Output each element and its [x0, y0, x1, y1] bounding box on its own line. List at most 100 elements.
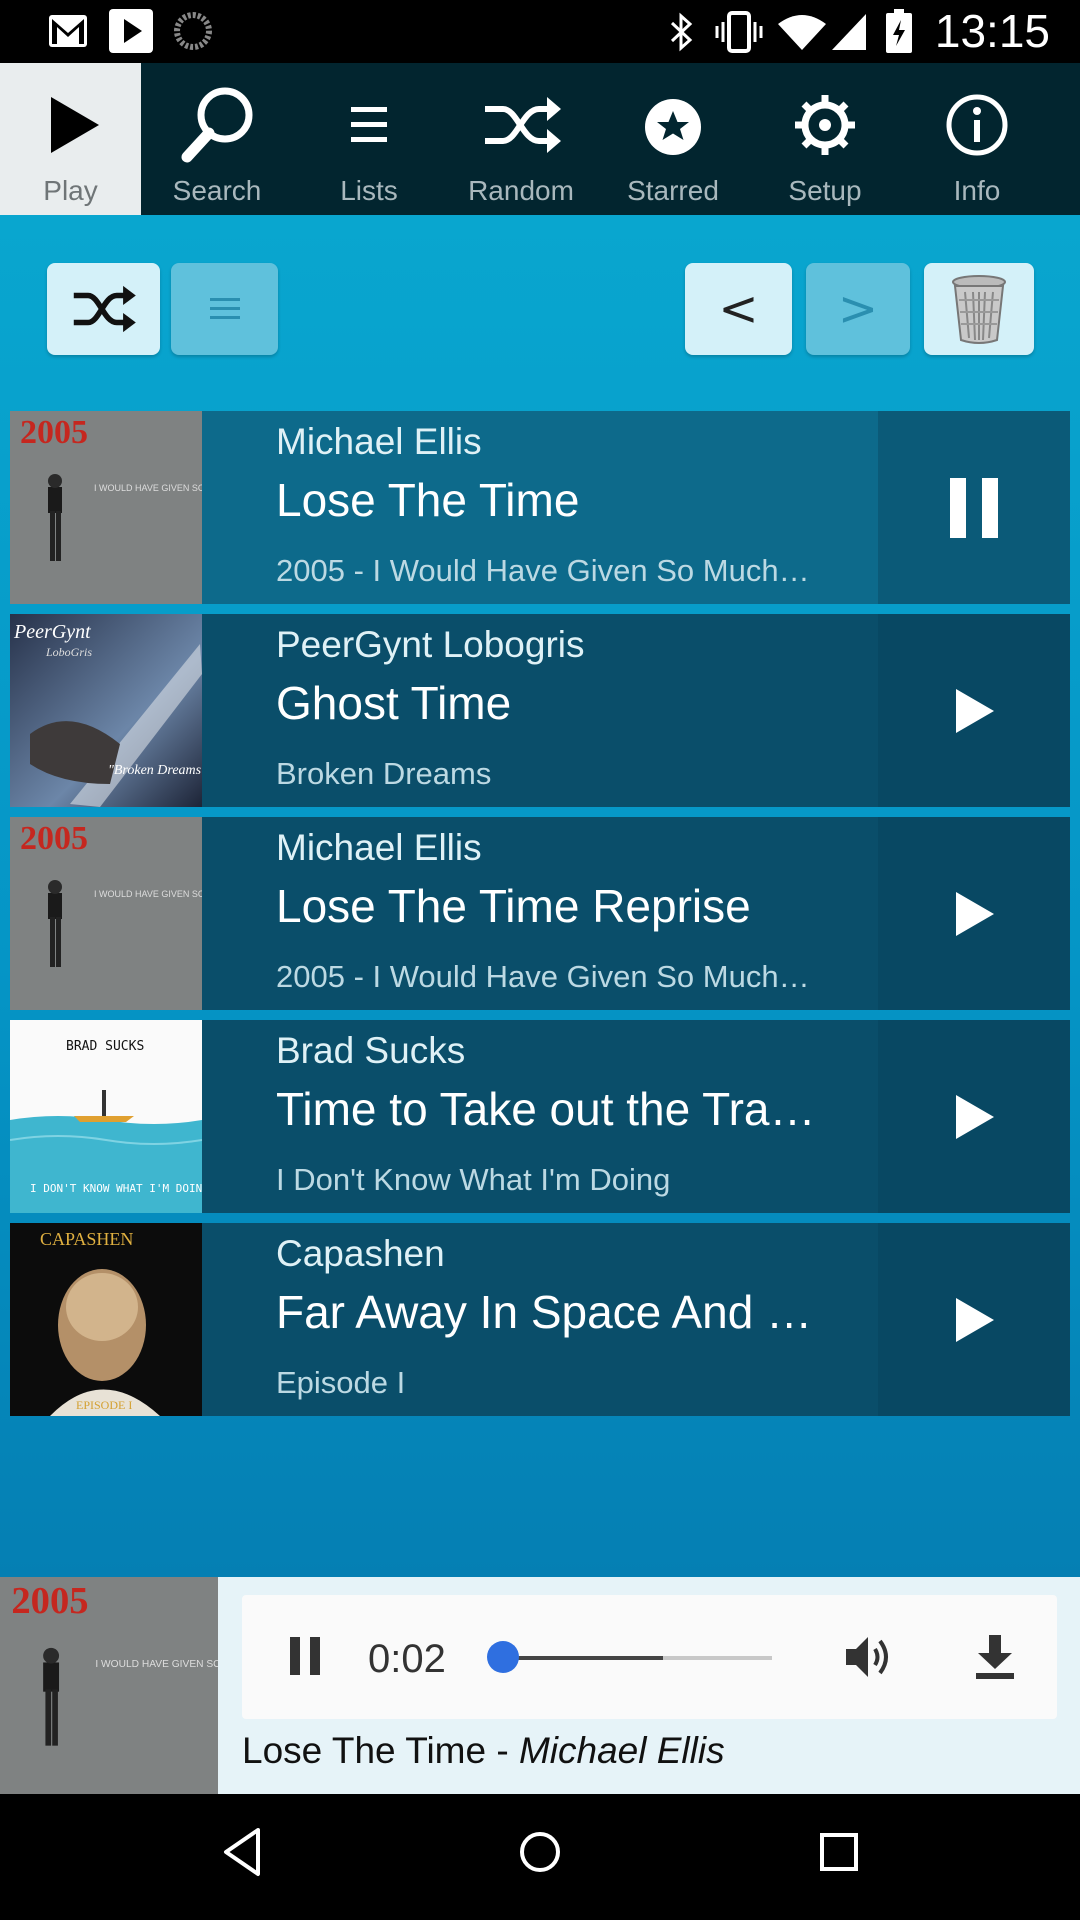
track-album: I Don't Know What I'm Doing: [276, 1162, 671, 1197]
track-info: PeerGynt Lobogris Ghost Time Broken Drea…: [202, 614, 878, 807]
shuffle-icon: [73, 285, 136, 333]
album-art: BRAD SUCKS I DON'T KNOW WHAT I'M DOING: [10, 1020, 202, 1213]
menu-icon: [209, 298, 240, 319]
svg-text:I WOULD HAVE GIVEN SO MUCH MOR: I WOULD HAVE GIVEN SO MUCH MORE: [94, 889, 202, 899]
next-label: >: [837, 281, 879, 337]
search-icon: [181, 87, 253, 163]
queue-menu-button[interactable]: [171, 263, 278, 355]
now-playing-album-art: 2005 I WOULD HAVE GIVEN SO MUCH MORE: [0, 1577, 218, 1794]
track-row-playing[interactable]: 2005 I WOULD HAVE GIVEN SO MUCH MORE Mic…: [10, 411, 1070, 604]
sync-icon: [174, 12, 212, 50]
tab-setup[interactable]: Setup: [749, 63, 901, 215]
vibrate-icon: [715, 11, 763, 53]
now-playing-title: Lose The Time: [242, 1730, 487, 1771]
bluetooth-icon: [670, 12, 693, 52]
tab-info[interactable]: Info: [901, 63, 1053, 215]
svg-text:CAPASHEN: CAPASHEN: [40, 1229, 133, 1249]
play-button[interactable]: [878, 1020, 1070, 1213]
play-icon: [956, 1297, 994, 1342]
track-album: Episode I: [276, 1365, 406, 1400]
tab-starred[interactable]: Starred: [597, 63, 749, 215]
shuffle-queue-button[interactable]: [47, 263, 160, 355]
track-list: 2005 I WOULD HAVE GIVEN SO MUCH MORE Mic…: [10, 411, 1070, 1426]
tab-label: Info: [953, 175, 1001, 206]
youtube-icon: [109, 9, 153, 53]
clear-queue-button[interactable]: [924, 263, 1034, 355]
play-button[interactable]: [878, 614, 1070, 807]
battery-icon: [886, 9, 912, 53]
track-row[interactable]: 2005 I WOULD HAVE GIVEN SO MUCH MORE Mic…: [10, 817, 1070, 1010]
mini-player: 2005 I WOULD HAVE GIVEN SO MUCH MORE 0:0…: [0, 1577, 1080, 1794]
svg-text:"Broken Dreams": "Broken Dreams": [108, 763, 202, 778]
tab-label: Play: [43, 175, 98, 206]
track-row[interactable]: PeerGynt LoboGris "Broken Dreams" PeerGy…: [10, 614, 1070, 807]
now-playing-artist: Michael Ellis: [518, 1730, 725, 1771]
svg-text:2005: 2005: [11, 1580, 88, 1622]
track-info: Michael Ellis Lose The Time 2005 - I Wou…: [202, 411, 878, 604]
play-icon: [956, 891, 994, 936]
track-info: Brad Sucks Time to Take out the Tra… I D…: [202, 1020, 878, 1213]
tab-label: Search: [172, 175, 262, 206]
track-title: Lose The Time: [276, 474, 580, 526]
back-icon[interactable]: [218, 1824, 266, 1880]
track-artist: Michael Ellis: [276, 827, 482, 868]
track-title: Far Away In Space And …: [276, 1286, 813, 1338]
home-icon[interactable]: [514, 1824, 566, 1880]
album-art: 2005 I WOULD HAVE GIVEN SO MUCH MORE: [10, 411, 202, 604]
pause-button[interactable]: [878, 411, 1070, 604]
clock: 13:15: [934, 5, 1050, 57]
album-art: CAPASHEN EPISODE I: [10, 1223, 202, 1416]
next-page-button[interactable]: >: [806, 263, 910, 355]
svg-text:I WOULD HAVE GIVEN SO MUCH MOR: I WOULD HAVE GIVEN SO MUCH MORE: [95, 1659, 218, 1670]
track-album: Broken Dreams: [276, 756, 492, 791]
seek-thumb[interactable]: [487, 1641, 519, 1673]
svg-text:EPISODE I: EPISODE I: [76, 1398, 132, 1412]
album-art: 2005 I WOULD HAVE GIVEN SO MUCH MORE: [10, 817, 202, 1010]
album-art: PeerGynt LoboGris "Broken Dreams": [10, 614, 202, 807]
tab-search[interactable]: Search: [141, 63, 293, 215]
wifi-icon: [778, 15, 826, 50]
track-artist: Michael Ellis: [276, 421, 482, 462]
previous-page-button[interactable]: <: [685, 263, 792, 355]
pause-icon: [950, 477, 998, 538]
play-button[interactable]: [878, 1223, 1070, 1416]
star-icon: [645, 99, 701, 155]
svg-text:I DON'T KNOW WHAT I'M DOING: I DON'T KNOW WHAT I'M DOING: [30, 1182, 202, 1195]
recents-icon[interactable]: [814, 1824, 864, 1880]
track-artist: Brad Sucks: [276, 1030, 466, 1071]
elapsed-time: 0:02: [368, 1637, 446, 1681]
download-icon[interactable]: [972, 1633, 1018, 1681]
track-album: 2005 - I Would Have Given So Much…: [276, 553, 810, 588]
info-icon: [946, 94, 1008, 156]
svg-text:I WOULD HAVE GIVEN SO MUCH MOR: I WOULD HAVE GIVEN SO MUCH MORE: [94, 483, 202, 493]
pause-icon[interactable]: [286, 1635, 326, 1677]
track-row[interactable]: CAPASHEN EPISODE I Capashen Far Away In …: [10, 1223, 1070, 1416]
list-icon: [351, 107, 387, 142]
volume-icon[interactable]: [842, 1633, 898, 1681]
play-icon: [50, 97, 99, 153]
status-bar: 13:15: [0, 0, 1080, 63]
svg-text:BRAD SUCKS: BRAD SUCKS: [66, 1039, 144, 1054]
trash-icon: [952, 275, 1006, 344]
play-button[interactable]: [878, 817, 1070, 1010]
buffered-bar: [500, 1656, 663, 1660]
track-title: Time to Take out the Tra…: [276, 1083, 816, 1135]
now-playing-separator: -: [486, 1730, 519, 1771]
tab-label: Starred: [627, 175, 719, 206]
track-artist: PeerGynt Lobogris: [276, 624, 585, 665]
top-nav: Play Search Lists Random Starred Setup I…: [0, 63, 1080, 215]
tab-random[interactable]: Random: [445, 63, 597, 215]
play-queue-panel: < > 2005 I WOULD HAVE GIVEN SO MUCH MORE: [0, 215, 1080, 1577]
system-nav-bar: [0, 1794, 1080, 1920]
svg-text:LoboGris: LoboGris: [45, 645, 92, 659]
track-album: 2005 - I Would Have Given So Much…: [276, 959, 810, 994]
signal-icon: [832, 14, 866, 50]
track-title: Ghost Time: [276, 677, 512, 729]
tab-lists[interactable]: Lists: [293, 63, 445, 215]
svg-text:2005: 2005: [20, 820, 88, 857]
tab-play[interactable]: Play: [0, 63, 141, 215]
seek-bar[interactable]: [500, 1656, 772, 1660]
play-icon: [956, 1094, 994, 1139]
track-row[interactable]: BRAD SUCKS I DON'T KNOW WHAT I'M DOING B…: [10, 1020, 1070, 1213]
gmail-icon: [49, 15, 87, 47]
